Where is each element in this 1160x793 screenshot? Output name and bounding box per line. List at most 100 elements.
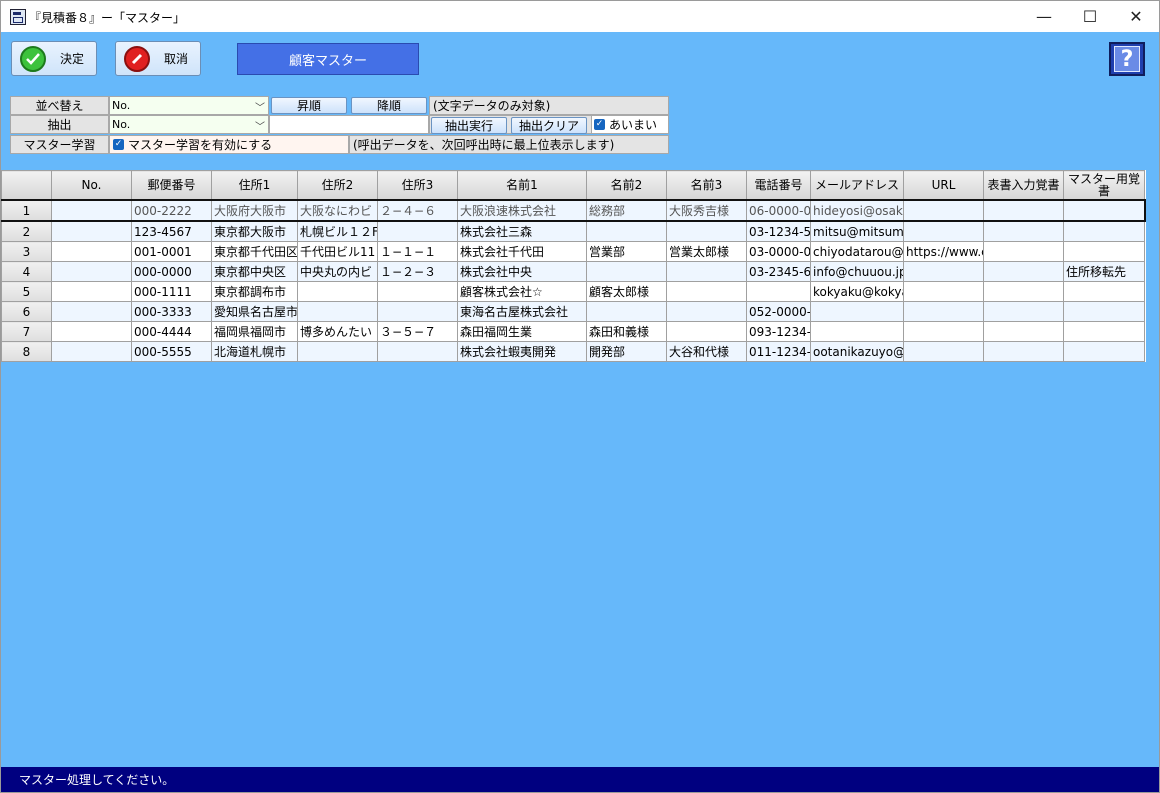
table-cell[interactable]: 博多めんたい [297, 321, 378, 342]
table-cell[interactable] [903, 199, 984, 222]
table-cell[interactable]: hideyosi@osaka.j [810, 199, 904, 222]
table-cell[interactable]: 011-1234- [746, 341, 811, 362]
table-cell[interactable] [377, 281, 458, 302]
table-cell[interactable] [1063, 241, 1145, 262]
close-button[interactable]: ✕ [1113, 1, 1159, 32]
table-cell[interactable]: 東京都大阪市 [211, 220, 298, 242]
table-cell[interactable]: 北海道札幌市 [211, 341, 298, 362]
table-cell[interactable] [903, 341, 984, 362]
table-cell[interactable]: info@chuuou.jp [810, 261, 904, 282]
column-header[interactable]: 郵便番号 [131, 170, 212, 201]
grid-corner[interactable] [1, 170, 52, 201]
row-number[interactable]: 8 [1, 341, 52, 362]
table-cell[interactable] [903, 301, 984, 322]
table-cell[interactable]: 03-1234-5 [746, 220, 811, 242]
table-cell[interactable]: 東京都千代田区 [211, 241, 298, 262]
table-cell[interactable]: 000-2222 [131, 199, 212, 222]
table-cell[interactable]: 愛知県名古屋市 [211, 301, 298, 322]
table-cell[interactable]: 大阪浪速株式会社 [457, 199, 587, 222]
row-number[interactable]: 7 [1, 321, 52, 342]
row-number[interactable]: 4 [1, 261, 52, 282]
table-cell[interactable]: 住所移転先 [1063, 261, 1145, 282]
table-cell[interactable] [377, 301, 458, 322]
table-cell[interactable] [586, 220, 667, 242]
table-cell[interactable] [377, 220, 458, 242]
table-cell[interactable]: 株式会社中央 [457, 261, 587, 282]
table-cell[interactable]: 総務部 [586, 199, 667, 222]
table-cell[interactable] [983, 321, 1064, 342]
filter-select[interactable]: No. ﹀ [109, 115, 269, 134]
table-cell[interactable] [666, 301, 747, 322]
table-cell[interactable] [666, 281, 747, 302]
table-cell[interactable]: 093-1234- [746, 321, 811, 342]
row-number[interactable]: 5 [1, 281, 52, 302]
table-cell[interactable]: 大谷和代様 [666, 341, 747, 362]
column-header[interactable]: 住所1 [211, 170, 298, 201]
table-row[interactable]: 6 000-3333 愛知県名古屋市 東海名古屋株式会社 052-0000- [1, 301, 1145, 322]
table-cell[interactable] [297, 301, 378, 322]
table-row[interactable]: 7 000-4444 福岡県福岡市 博多めんたい ３−５−７ 森田福岡生業 森田和義様 093… [1, 321, 1145, 342]
table-cell[interactable] [983, 199, 1064, 222]
table-cell[interactable] [51, 220, 132, 242]
table-cell[interactable] [51, 199, 132, 222]
table-cell[interactable] [51, 321, 132, 342]
table-cell[interactable] [983, 281, 1064, 302]
table-cell[interactable] [1063, 281, 1145, 302]
column-header[interactable]: 名前2 [586, 170, 667, 201]
table-cell[interactable] [51, 301, 132, 322]
table-cell[interactable] [666, 261, 747, 282]
table-cell[interactable]: 福岡県福岡市 [211, 321, 298, 342]
table-cell[interactable]: 000-3333 [131, 301, 212, 322]
table-cell[interactable] [983, 220, 1064, 242]
row-number[interactable]: 2 [1, 220, 52, 242]
table-cell[interactable] [1063, 220, 1145, 242]
table-cell[interactable]: 営業部 [586, 241, 667, 262]
table-cell[interactable]: 東京都調布市 [211, 281, 298, 302]
table-cell[interactable]: mitsu@mitsumor [810, 220, 904, 242]
table-cell[interactable]: 000-0000 [131, 261, 212, 282]
table-cell[interactable] [983, 241, 1064, 262]
table-cell[interactable] [666, 321, 747, 342]
table-cell[interactable] [51, 281, 132, 302]
table-cell[interactable] [1063, 301, 1145, 322]
table-cell[interactable]: kokyaku@kokyak [810, 281, 904, 302]
table-cell[interactable]: 森田福岡生業 [457, 321, 587, 342]
table-cell[interactable]: 顧客太郎様 [586, 281, 667, 302]
table-cell[interactable]: 千代田ビル11 [297, 241, 378, 262]
help-button[interactable]: ? [1109, 42, 1145, 76]
column-header[interactable]: 名前1 [457, 170, 587, 201]
filter-clear-button[interactable]: 抽出クリア [511, 117, 587, 134]
table-cell[interactable] [903, 220, 984, 242]
table-cell[interactable]: 000-5555 [131, 341, 212, 362]
descending-button[interactable]: 降順 [351, 97, 427, 114]
table-cell[interactable]: 大阪秀吉様 [666, 199, 747, 222]
table-cell[interactable] [1063, 341, 1145, 362]
table-cell[interactable] [666, 220, 747, 242]
column-header[interactable]: 住所3 [377, 170, 458, 201]
column-header[interactable]: 表書入力覚書 [983, 170, 1064, 201]
table-cell[interactable]: ２−４−６ [377, 199, 458, 222]
table-cell[interactable] [903, 281, 984, 302]
table-cell[interactable]: 開発部 [586, 341, 667, 362]
table-cell[interactable] [746, 281, 811, 302]
column-header[interactable]: マスター用覚書 [1063, 170, 1145, 201]
table-cell[interactable]: 東海名古屋株式会社 [457, 301, 587, 322]
table-cell[interactable]: 03-2345-6 [746, 261, 811, 282]
table-cell[interactable] [1063, 321, 1145, 342]
table-cell[interactable] [983, 261, 1064, 282]
table-cell[interactable]: 大阪府大阪市 [211, 199, 298, 222]
table-cell[interactable]: 株式会社千代田 [457, 241, 587, 262]
table-cell[interactable]: https://www.c [903, 241, 984, 262]
table-cell[interactable]: 001-0001 [131, 241, 212, 262]
learn-checkbox[interactable]: ✓ マスター学習を有効にする [109, 135, 349, 154]
column-header[interactable]: 住所2 [297, 170, 378, 201]
table-cell[interactable] [377, 341, 458, 362]
table-cell[interactable] [297, 281, 378, 302]
table-cell[interactable] [810, 321, 904, 342]
column-header[interactable]: No. [51, 170, 132, 201]
table-cell[interactable]: ３−５−７ [377, 321, 458, 342]
table-cell[interactable] [903, 261, 984, 282]
table-row[interactable]: 1 000-2222 大阪府大阪市 大阪なにわビ ２−４−６ 大阪浪速株式会社 総務部 大阪秀… [1, 199, 1146, 222]
confirm-button[interactable]: 決定 [11, 41, 97, 76]
table-row[interactable]: 8 000-5555 北海道札幌市 株式会社蝦夷開発 開発部 大谷和代様 011-1234-… [1, 341, 1145, 362]
